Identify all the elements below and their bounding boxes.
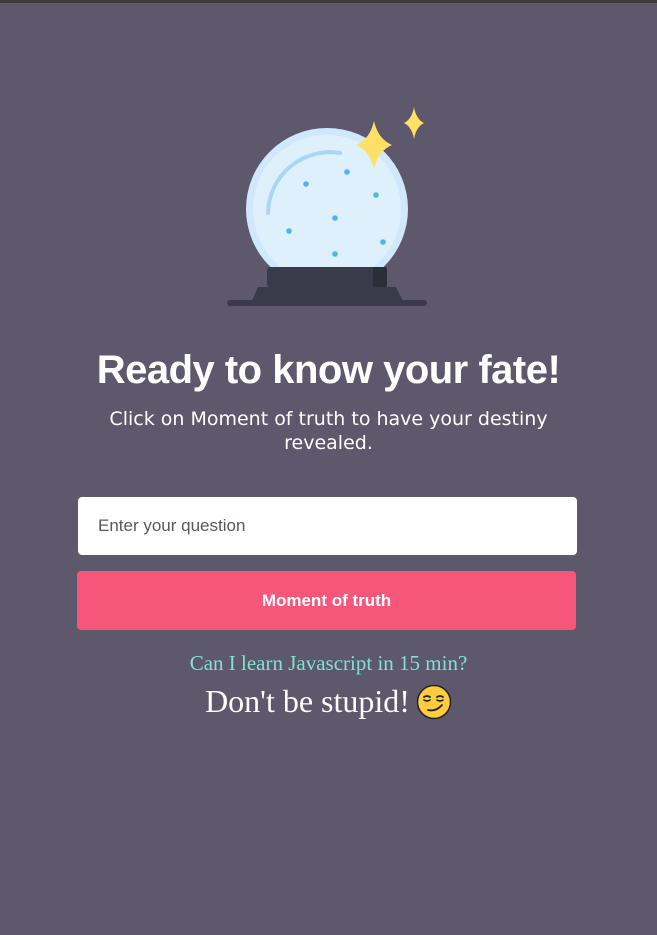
page-title: Ready to know your fate! <box>96 348 561 392</box>
crystal-ball-icon <box>227 107 427 306</box>
moment-of-truth-button[interactable]: Moment of truth <box>77 571 576 630</box>
smirking-face-icon <box>416 684 452 719</box>
asked-question: Can I learn Javascript in 15 min? <box>189 651 468 675</box>
question-input[interactable] <box>78 497 577 555</box>
crystal-ball-illustration <box>0 3 657 323</box>
answer-text: Don't be stupid! <box>205 683 410 719</box>
page-subtitle: Click on Moment of truth to have your de… <box>109 408 548 454</box>
answer: Don't be stupid! <box>0 683 657 720</box>
